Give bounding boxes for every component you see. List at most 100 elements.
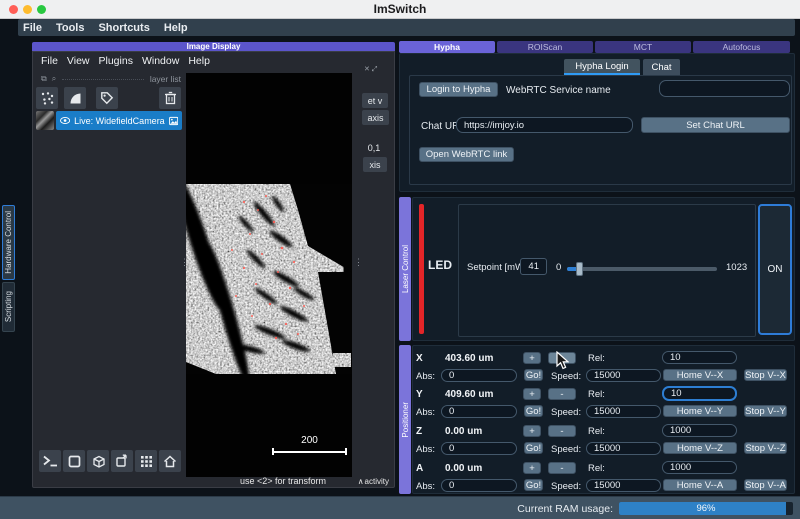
abs-input[interactable]: 0 xyxy=(441,479,517,492)
activity-button[interactable]: ∧ activity xyxy=(358,477,389,486)
image-layer-icon xyxy=(169,116,178,126)
speed-value: 15000 xyxy=(594,370,620,381)
go-button[interactable]: Go! xyxy=(524,405,543,417)
tab-hypha[interactable]: Hypha xyxy=(399,41,495,53)
webrtc-service-input[interactable] xyxy=(659,80,790,97)
home-button[interactable]: Home V--Y xyxy=(663,405,737,417)
speed-value: 15000 xyxy=(594,406,620,417)
home-label: Home V--Z xyxy=(677,443,723,454)
go-button[interactable]: Go! xyxy=(524,369,543,381)
stop-label: Stop V--X xyxy=(745,370,786,381)
rel-input[interactable]: 10 xyxy=(662,351,737,364)
napari-menu-help[interactable]: Help xyxy=(188,55,210,67)
login-to-hypha-button[interactable]: Login to Hypha xyxy=(419,82,498,97)
splitter-handle[interactable]: ⋮ xyxy=(354,260,363,264)
tab-roiscan[interactable]: ROIScan xyxy=(497,41,593,53)
home-button[interactable]: Home V--Z xyxy=(663,442,737,454)
setpoint-input[interactable]: 41 xyxy=(520,258,547,275)
napari-menu-view[interactable]: View xyxy=(67,55,90,67)
home-reset-view-button[interactable] xyxy=(159,450,181,472)
delete-layer-button[interactable] xyxy=(159,87,181,109)
abs-input[interactable]: 0 xyxy=(441,369,517,382)
clipped-control[interactable]: axis xyxy=(362,110,389,125)
clipped-control[interactable]: 0,1 xyxy=(363,141,385,155)
tab-mct[interactable]: MCT xyxy=(595,41,691,53)
open-webrtc-link-button[interactable]: Open WebRTC link xyxy=(419,147,514,162)
step-minus-button[interactable]: - xyxy=(548,388,576,400)
image-canvas[interactable]: 200 xyxy=(186,73,352,477)
stop-button[interactable]: Stop V--A xyxy=(744,479,787,491)
ndisplay-toggle-button[interactable] xyxy=(63,450,85,472)
splitter-handle[interactable]: ⋮ xyxy=(180,260,189,264)
dims-close-icon[interactable]: ✕⤢ xyxy=(364,65,379,74)
image-display-header[interactable]: Image Display xyxy=(32,42,395,51)
abs-label: Abs: xyxy=(416,481,435,492)
laser-on-button[interactable]: ON xyxy=(758,204,792,335)
tab-hypha-login[interactable]: Hypha Login xyxy=(564,59,640,75)
home-label: Home V--Y xyxy=(677,406,723,417)
step-plus-button[interactable]: + xyxy=(523,462,541,474)
axis-position: 0.00 um xyxy=(445,463,482,474)
axis-name: A xyxy=(416,463,423,474)
layer-item-widefieldcamera[interactable]: Live: WidefieldCamera xyxy=(56,111,182,130)
tab-hardware-control-label: Hardware Control xyxy=(4,211,13,274)
search-icon[interactable]: ⌕ xyxy=(52,74,56,84)
step-plus-button[interactable]: + xyxy=(523,352,541,364)
tab-scripting-label: Scripting xyxy=(4,291,13,322)
plus-label: + xyxy=(529,353,535,364)
step-minus-button[interactable]: - xyxy=(548,425,576,437)
clipped-control[interactable]: et v xyxy=(362,93,388,108)
go-button[interactable]: Go! xyxy=(524,479,543,491)
stop-button[interactable]: Stop V--Y xyxy=(744,405,787,417)
rel-input[interactable]: 1000 xyxy=(662,461,737,474)
abs-input[interactable]: 0 xyxy=(441,442,517,455)
tab-autofocus[interactable]: Autofocus xyxy=(693,41,790,53)
menu-help[interactable]: Help xyxy=(164,22,188,34)
set-chat-url-button[interactable]: Set Chat URL xyxy=(641,117,790,133)
new-shapes-layer-button[interactable] xyxy=(64,87,86,109)
transpose-dimensions-button[interactable] xyxy=(111,450,133,472)
chat-url-input[interactable]: https://imjoy.io xyxy=(456,117,633,133)
go-label: Go! xyxy=(526,406,541,417)
home-button[interactable]: Home V--A xyxy=(663,479,737,491)
home-button[interactable]: Home V--X xyxy=(663,369,737,381)
step-plus-button[interactable]: + xyxy=(523,425,541,437)
go-label: Go! xyxy=(526,370,541,381)
axis-name: X xyxy=(416,353,423,364)
new-labels-layer-button[interactable] xyxy=(96,87,118,109)
napari-menu-file[interactable]: File xyxy=(41,55,58,67)
speed-input[interactable]: 15000 xyxy=(586,405,661,418)
rel-input[interactable]: 1000 xyxy=(662,424,737,437)
speed-input[interactable]: 15000 xyxy=(586,442,661,455)
new-points-layer-button[interactable] xyxy=(36,87,58,109)
clipped-control[interactable]: xis xyxy=(363,157,387,172)
stop-button[interactable]: Stop V--Z xyxy=(744,442,787,454)
napari-menu-window[interactable]: Window xyxy=(142,55,179,67)
layer-thumbnail[interactable] xyxy=(36,111,54,130)
popout-icon[interactable]: ⧉ xyxy=(41,74,47,84)
napari-menu-plugins[interactable]: Plugins xyxy=(99,55,133,67)
step-plus-button[interactable]: + xyxy=(523,388,541,400)
roll-dimensions-button[interactable] xyxy=(87,450,109,472)
menu-shortcuts[interactable]: Shortcuts xyxy=(98,22,149,34)
console-button[interactable] xyxy=(39,450,61,472)
grid-view-button[interactable] xyxy=(135,450,157,472)
speed-input[interactable]: 15000 xyxy=(586,369,661,382)
laser-slider-handle[interactable] xyxy=(576,262,583,276)
abs-input[interactable]: 0 xyxy=(441,405,517,418)
go-button[interactable]: Go! xyxy=(524,442,543,454)
stop-button[interactable]: Stop V--X xyxy=(744,369,787,381)
step-minus-button[interactable]: - xyxy=(548,462,576,474)
abs-value: 0 xyxy=(449,370,454,381)
menu-file[interactable]: File xyxy=(23,22,42,34)
rel-input[interactable]: 10 xyxy=(662,386,737,401)
speed-input[interactable]: 15000 xyxy=(586,479,661,492)
tab-scripting[interactable]: Scripting xyxy=(2,282,15,332)
positioner-dock: Positioner X 403.60 um + - Rel: 10 Abs: … xyxy=(399,345,795,494)
tab-hardware-control[interactable]: Hardware Control xyxy=(2,205,15,280)
menu-tools[interactable]: Tools xyxy=(56,22,85,34)
tab-chat[interactable]: Chat xyxy=(643,59,680,75)
laser-control-tab[interactable]: Laser Control xyxy=(399,197,411,341)
laser-slider[interactable] xyxy=(567,267,717,271)
visibility-eye-icon[interactable] xyxy=(60,116,70,125)
